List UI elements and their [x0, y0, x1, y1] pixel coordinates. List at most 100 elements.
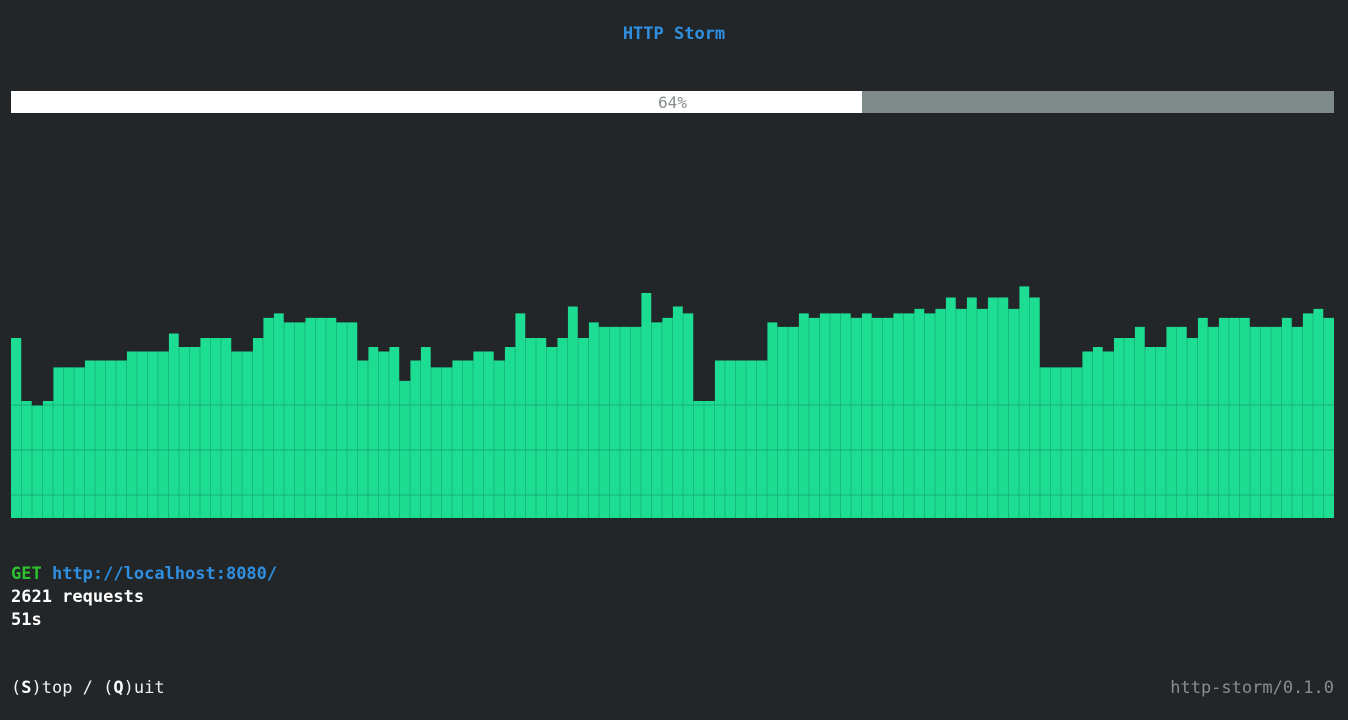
- chart-bar: [998, 297, 1009, 518]
- chart-bar: [861, 313, 873, 518]
- chart-bar-mask: [934, 280, 946, 309]
- chart-bar: [662, 317, 673, 518]
- chart-bar: [1250, 326, 1261, 518]
- chart-bar: [1313, 308, 1324, 518]
- chart-bar-mask: [472, 280, 484, 352]
- requests-bar-chart: [11, 280, 1334, 518]
- chart-bar: [966, 297, 978, 518]
- chart-bar: [105, 360, 117, 518]
- progress-bar: 64%: [11, 91, 1334, 113]
- chart-bar: [252, 338, 264, 518]
- shortcut-paren: (: [11, 678, 22, 698]
- chart-bar-mask: [777, 280, 789, 327]
- chart-bar: [347, 322, 358, 518]
- chart-bar-mask: [168, 280, 180, 334]
- chart-bar: [1166, 326, 1177, 518]
- chart-bar: [1239, 317, 1251, 518]
- chart-bar: [1292, 326, 1303, 518]
- chart-bar: [704, 401, 715, 518]
- chart-bar-mask: [493, 280, 505, 361]
- chart-bar: [599, 326, 610, 518]
- chart-bar-mask: [798, 280, 810, 314]
- chart-bar-mask: [955, 280, 967, 309]
- chart-bar-mask: [787, 280, 799, 327]
- chart-bar-mask: [997, 280, 1009, 298]
- chart-bar: [525, 338, 537, 518]
- chart-bar: [168, 333, 180, 518]
- chart-bar-mask: [598, 280, 610, 327]
- chart-bar: [315, 317, 327, 518]
- chart-bar-mask: [882, 280, 894, 318]
- chart-bar-mask: [640, 280, 652, 293]
- chart-bar-mask: [1176, 280, 1188, 327]
- chart-bar: [504, 347, 516, 518]
- chart-bar-mask: [966, 280, 978, 298]
- chart-bar-mask: [661, 280, 673, 318]
- chart-bar: [546, 347, 558, 518]
- stop-shortcut-key[interactable]: S: [21, 678, 31, 698]
- chart-bar-mask: [861, 280, 873, 314]
- chart-bar: [32, 405, 43, 518]
- chart-bar: [179, 347, 190, 518]
- quit-shortcut-key[interactable]: Q: [113, 678, 123, 698]
- target-url: http://localhost:8080/: [51, 564, 278, 584]
- chart-bar: [494, 360, 505, 518]
- chart-bar-mask: [892, 280, 904, 314]
- chart-bar: [95, 360, 106, 518]
- chart-bar: [1008, 308, 1020, 518]
- chart-bar-mask: [672, 280, 684, 307]
- chart-bar-mask: [1071, 280, 1083, 368]
- chart-bar: [746, 360, 757, 518]
- chart-bar-mask: [745, 280, 757, 361]
- chart-bar-mask: [577, 280, 589, 338]
- chart-bar: [1082, 351, 1093, 518]
- chart-bar-mask: [913, 280, 925, 309]
- chart-bar: [1218, 317, 1230, 518]
- chart-bar: [893, 313, 904, 518]
- chart-bar: [1155, 347, 1167, 518]
- chart-bar-mask: [283, 280, 295, 323]
- chart-bar-mask: [63, 280, 75, 368]
- chart-bar-mask: [11, 280, 22, 338]
- chart-bar-mask: [651, 280, 663, 323]
- chart-bar: [651, 322, 663, 518]
- chart-bar-mask: [105, 280, 117, 361]
- chart-bar: [798, 313, 810, 518]
- chart-bar-mask: [31, 280, 43, 406]
- chart-bar-mask: [976, 280, 988, 309]
- chart-bar-mask: [1102, 280, 1114, 352]
- chart-bar: [294, 322, 306, 518]
- chart-bar-mask: [903, 280, 915, 314]
- chart-bar-mask: [210, 280, 222, 338]
- chart-svg: [11, 280, 1334, 518]
- chart-bar: [1260, 326, 1272, 518]
- chart-bar: [830, 313, 841, 518]
- chart-bar-mask: [609, 280, 621, 327]
- version-label: http-storm/0.1.0: [1170, 678, 1334, 698]
- chart-bar: [788, 326, 799, 518]
- chart-bar: [609, 326, 621, 518]
- chart-bar-mask: [525, 280, 537, 338]
- chart-bar: [641, 293, 652, 518]
- chart-bar: [536, 338, 547, 518]
- chart-bar-mask: [556, 280, 568, 338]
- chart-bar-mask: [315, 280, 327, 318]
- chart-bar: [809, 317, 820, 518]
- chart-bar: [882, 317, 894, 518]
- chart-bar: [368, 347, 379, 518]
- chart-bar-mask: [567, 280, 579, 307]
- chart-bar: [735, 360, 747, 518]
- chart-bar-mask: [420, 280, 432, 347]
- chart-bar-mask: [619, 280, 631, 327]
- chart-bar-mask: [1302, 280, 1314, 314]
- chart-bar: [588, 322, 600, 518]
- chart-bar-mask: [829, 280, 841, 314]
- chart-bar: [1302, 313, 1314, 518]
- chart-bar-mask: [178, 280, 190, 347]
- chart-bar: [147, 351, 159, 518]
- stop-shortcut-label: )top / (: [31, 678, 114, 698]
- chart-bar-mask: [367, 280, 379, 347]
- chart-bar: [819, 313, 831, 518]
- chart-bar-mask: [1270, 280, 1282, 327]
- chart-bar: [410, 360, 421, 518]
